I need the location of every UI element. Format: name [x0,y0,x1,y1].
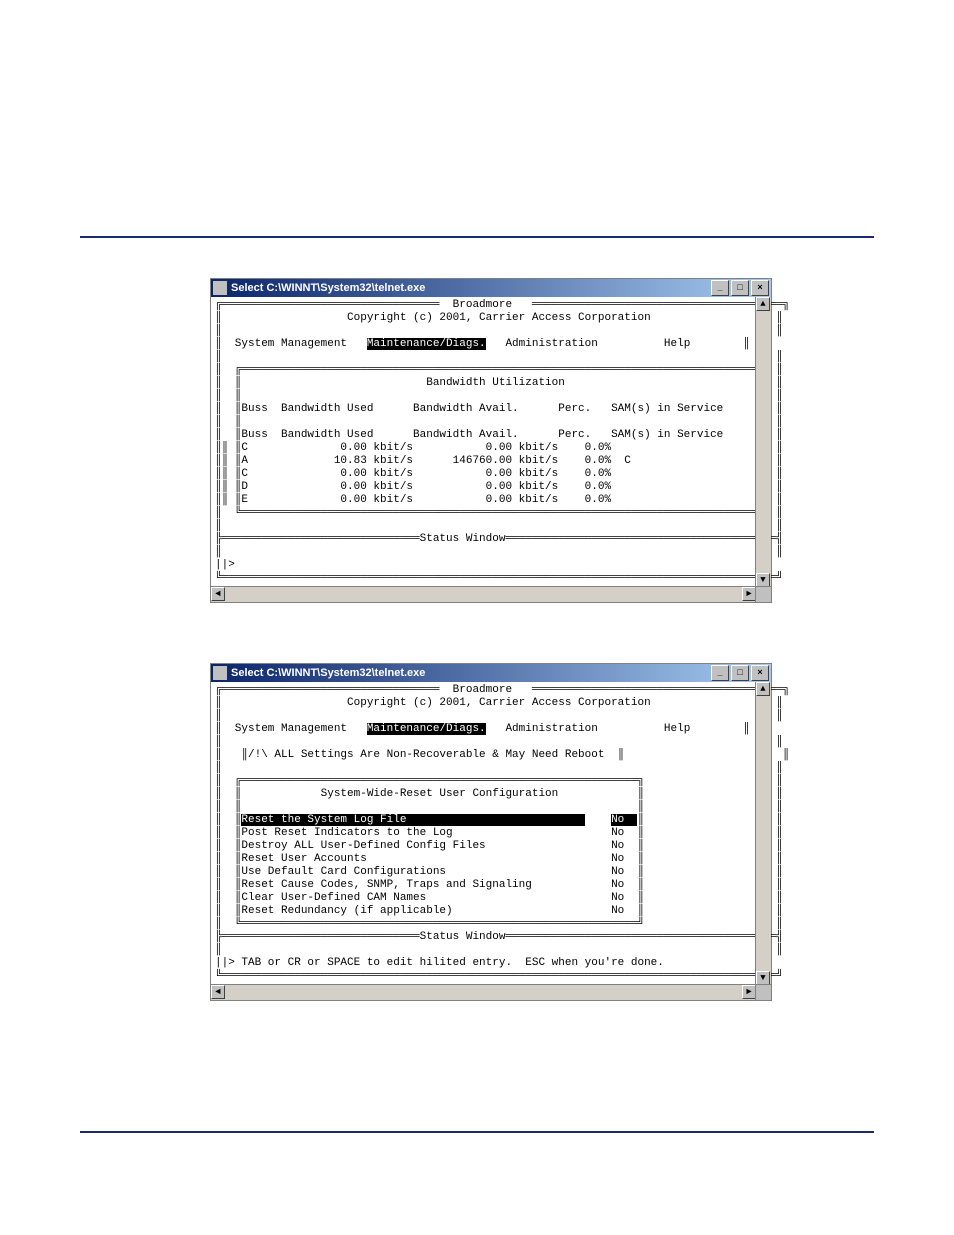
minimize-button[interactable]: _ [711,665,729,681]
app-icon [213,281,227,295]
scroll-left-icon[interactable]: ◄ [211,985,225,999]
app-icon [213,666,227,680]
close-button[interactable]: × [751,280,769,296]
scroll-right-icon[interactable]: ► [742,587,756,601]
minimize-button[interactable]: _ [711,280,729,296]
size-grip[interactable] [755,586,771,602]
scroll-up-icon[interactable]: ▲ [756,682,770,696]
terminal-content[interactable]: ╔═════════════════════════════════ Broad… [211,682,755,985]
titlebar[interactable]: Select C:\WINNT\System32\telnet.exe _ □ … [211,279,771,297]
scroll-left-icon[interactable]: ◄ [211,587,225,601]
window-title: Select C:\WINNT\System32\telnet.exe [231,282,709,294]
horizontal-scrollbar[interactable]: ◄ ► [211,586,756,602]
window-title: Select C:\WINNT\System32\telnet.exe [231,667,709,679]
scroll-down-icon[interactable]: ▼ [756,971,770,985]
telnet-window-1: Select C:\WINNT\System32\telnet.exe _ □ … [210,278,772,603]
titlebar[interactable]: Select C:\WINNT\System32\telnet.exe _ □ … [211,664,771,682]
close-button[interactable]: × [751,665,769,681]
scroll-right-icon[interactable]: ► [742,985,756,999]
horizontal-scrollbar[interactable]: ◄ ► [211,984,756,1000]
scroll-down-icon[interactable]: ▼ [756,573,770,587]
maximize-button[interactable]: □ [731,280,749,296]
vertical-scrollbar[interactable]: ▲ ▼ [755,682,771,985]
telnet-window-2: Select C:\WINNT\System32\telnet.exe _ □ … [210,663,772,1001]
maximize-button[interactable]: □ [731,665,749,681]
vertical-scrollbar[interactable]: ▲ ▼ [755,297,771,587]
scroll-up-icon[interactable]: ▲ [756,297,770,311]
terminal-content[interactable]: ╔═════════════════════════════════ Broad… [211,297,755,587]
size-grip[interactable] [755,984,771,1000]
